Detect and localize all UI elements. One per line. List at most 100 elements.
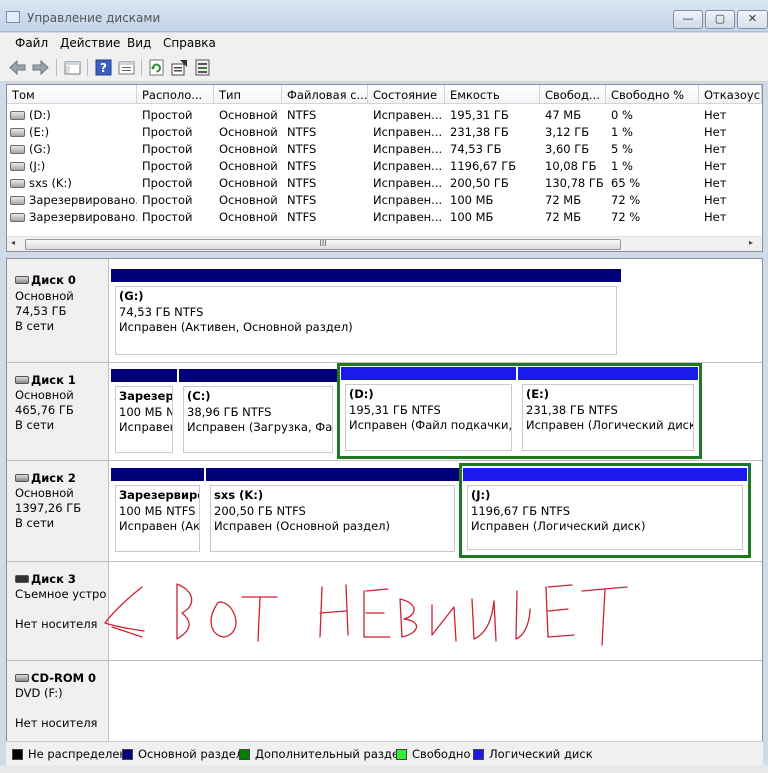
extended-partition-selected[interactable]: (D:) 195,31 ГБ NTFS Исправен (Файл подка… bbox=[337, 363, 702, 459]
table-cell-container: 47 МБ bbox=[540, 105, 606, 122]
table-cell: Основной bbox=[219, 210, 278, 224]
window-title: Управление дисками bbox=[27, 11, 161, 25]
column-header[interactable]: Емкость bbox=[445, 85, 540, 104]
partition-j[interactable]: (J:) 1196,67 ГБ NTFS Исправен (Логически… bbox=[463, 468, 747, 554]
partition-info: sxs (K:) 200,50 ГБ NTFS Исправен (Основн… bbox=[210, 485, 455, 552]
partition-title: sxs (K:) bbox=[214, 488, 264, 502]
disk-graphical-view: Диск 0 Основной 74,53 ГБ В сети (G:) 74,… bbox=[6, 258, 763, 742]
table-cell: 195,31 ГБ bbox=[450, 108, 509, 122]
table-cell-container: NTFS bbox=[282, 190, 368, 207]
title-bar: Управление дисками — ▢ ✕ bbox=[0, 0, 768, 32]
legend-swatch-unallocated bbox=[12, 749, 23, 760]
column-header[interactable]: Свободно % bbox=[606, 85, 699, 104]
maximize-button[interactable]: ▢ bbox=[705, 10, 735, 29]
disk-type: Основной bbox=[15, 388, 74, 402]
table-cell: (D:) bbox=[29, 108, 51, 122]
legend-swatch-primary bbox=[122, 749, 133, 760]
table-cell-container: Простой bbox=[137, 190, 214, 207]
partition-size: 100 МБ NTFS bbox=[119, 503, 196, 518]
column-header[interactable]: Располо... bbox=[137, 85, 214, 104]
forward-icon[interactable] bbox=[31, 58, 50, 77]
disk-label-disk-3[interactable]: Диск 3 Съемное устро Нет носителя bbox=[7, 562, 109, 661]
table-cell-container: NTFS bbox=[282, 156, 368, 173]
disk-status: В сети bbox=[15, 319, 55, 333]
partition-reserved[interactable]: Зарезерв 100 МБ N Исправен bbox=[111, 369, 177, 457]
table-cell-container: Исправен... bbox=[368, 173, 445, 190]
table-cell-container: Нет bbox=[699, 207, 762, 224]
table-cell-container: (G:) bbox=[7, 139, 137, 156]
menu-help[interactable]: Справка bbox=[163, 36, 216, 50]
disk-management-icon bbox=[6, 11, 20, 23]
table-cell: Основной bbox=[219, 125, 278, 139]
table-cell: Основной bbox=[219, 176, 278, 190]
table-cell-container: (J:) bbox=[7, 156, 137, 173]
scrollbar-thumb[interactable]: III bbox=[25, 239, 621, 250]
partition-c[interactable]: (C:) 38,96 ГБ NTFS Исправен (Загрузка, Ф… bbox=[179, 369, 337, 457]
column-header[interactable]: Отказоус bbox=[699, 85, 762, 104]
console-tree-icon[interactable] bbox=[63, 58, 82, 77]
table-cell: 0 % bbox=[611, 108, 633, 122]
partition-title: Зарезервиров bbox=[119, 488, 199, 502]
disk-settings-icon[interactable] bbox=[193, 58, 212, 77]
partition-e[interactable]: (E:) 231,38 ГБ NTFS Исправен (Логический… bbox=[518, 367, 698, 455]
disk-label-disk-0[interactable]: Диск 0 Основной 74,53 ГБ В сети bbox=[7, 259, 109, 363]
column-header[interactable]: Свобод... bbox=[540, 85, 606, 104]
partition-status: Исправен (Логический диск) bbox=[471, 519, 646, 533]
table-cell-container: Исправен... bbox=[368, 105, 445, 122]
table-cell-container: Простой bbox=[137, 105, 214, 122]
properties-icon[interactable] bbox=[170, 58, 189, 77]
extended-partition[interactable]: (J:) 1196,67 ГБ NTFS Исправен (Логически… bbox=[459, 463, 751, 558]
disk-label-cdrom-0[interactable]: CD-ROM 0 DVD (F:) Нет носителя bbox=[7, 661, 109, 742]
properties-list-icon[interactable] bbox=[117, 58, 136, 77]
table-cell-container: NTFS bbox=[282, 173, 368, 190]
back-icon[interactable] bbox=[8, 58, 27, 77]
table-cell: Нет bbox=[704, 108, 727, 122]
partition-g[interactable]: (G:) 74,53 ГБ NTFS Исправен (Активен, Ос… bbox=[111, 269, 621, 359]
hard-disk-icon bbox=[15, 474, 29, 482]
volume-list: Том Располо... Тип Файловая с... Состоян… bbox=[6, 84, 763, 252]
disk-label-disk-1[interactable]: Диск 1 Основной 465,76 ГБ В сети bbox=[7, 363, 109, 461]
table-cell-container: Исправен... bbox=[368, 122, 445, 139]
table-cell: 231,38 ГБ bbox=[450, 125, 509, 139]
partition-size: 195,31 ГБ NTFS bbox=[349, 402, 441, 417]
partition-type-bar bbox=[111, 269, 621, 282]
help-icon[interactable]: ? bbox=[94, 58, 113, 77]
toolbar: ? bbox=[0, 54, 768, 82]
table-cell-container: Основной bbox=[214, 173, 282, 190]
menu-action[interactable]: Действие bbox=[60, 36, 120, 50]
table-cell: (G:) bbox=[29, 142, 51, 156]
refresh-icon[interactable] bbox=[147, 58, 166, 77]
partition-d[interactable]: (D:) 195,31 ГБ NTFS Исправен (Файл подка… bbox=[341, 367, 516, 455]
table-cell: Нет bbox=[704, 210, 727, 224]
table-cell-container: Исправен... bbox=[368, 139, 445, 156]
minimize-button[interactable]: — bbox=[673, 10, 703, 29]
menu-file[interactable]: Файл bbox=[15, 36, 48, 50]
close-button[interactable]: ✕ bbox=[737, 10, 768, 29]
disk-size: 465,76 ГБ bbox=[15, 403, 74, 417]
table-cell-container: NTFS bbox=[282, 122, 368, 139]
column-header[interactable]: Состояние bbox=[368, 85, 445, 104]
hard-disk-icon bbox=[15, 376, 29, 384]
partition-title: (C:) bbox=[187, 389, 211, 403]
partition-status: Исправен (Файл подкачки, Л bbox=[349, 418, 512, 432]
scroll-right-icon[interactable]: ▸ bbox=[749, 238, 753, 247]
scroll-left-icon[interactable]: ◂ bbox=[11, 238, 15, 247]
disk-status: Нет носителя bbox=[15, 716, 98, 730]
column-header[interactable]: Тип bbox=[214, 85, 282, 104]
partition-status: Исправен bbox=[119, 420, 173, 434]
disk-size: 1397,26 ГБ bbox=[15, 501, 82, 515]
table-cell-container: Основной bbox=[214, 207, 282, 224]
table-cell-container: Простой bbox=[137, 139, 214, 156]
table-cell-container: 1 % bbox=[606, 156, 699, 173]
disk-label-disk-2[interactable]: Диск 2 Основной 1397,26 ГБ В сети bbox=[7, 461, 109, 562]
status-bar bbox=[0, 765, 768, 773]
column-header[interactable]: Том bbox=[7, 85, 137, 104]
table-cell-container: Нет bbox=[699, 105, 762, 122]
partition-reserved[interactable]: Зарезервиров 100 МБ NTFS Исправен (Акт bbox=[111, 468, 204, 556]
table-cell: Нет bbox=[704, 125, 727, 139]
column-header[interactable]: Файловая с... bbox=[282, 85, 368, 104]
partition-k[interactable]: sxs (K:) 200,50 ГБ NTFS Исправен (Основн… bbox=[206, 468, 459, 556]
menu-view[interactable]: Вид bbox=[127, 36, 151, 50]
table-cell-container: Основной bbox=[214, 105, 282, 122]
horizontal-scrollbar[interactable]: ◂ III ▸ bbox=[7, 236, 762, 251]
